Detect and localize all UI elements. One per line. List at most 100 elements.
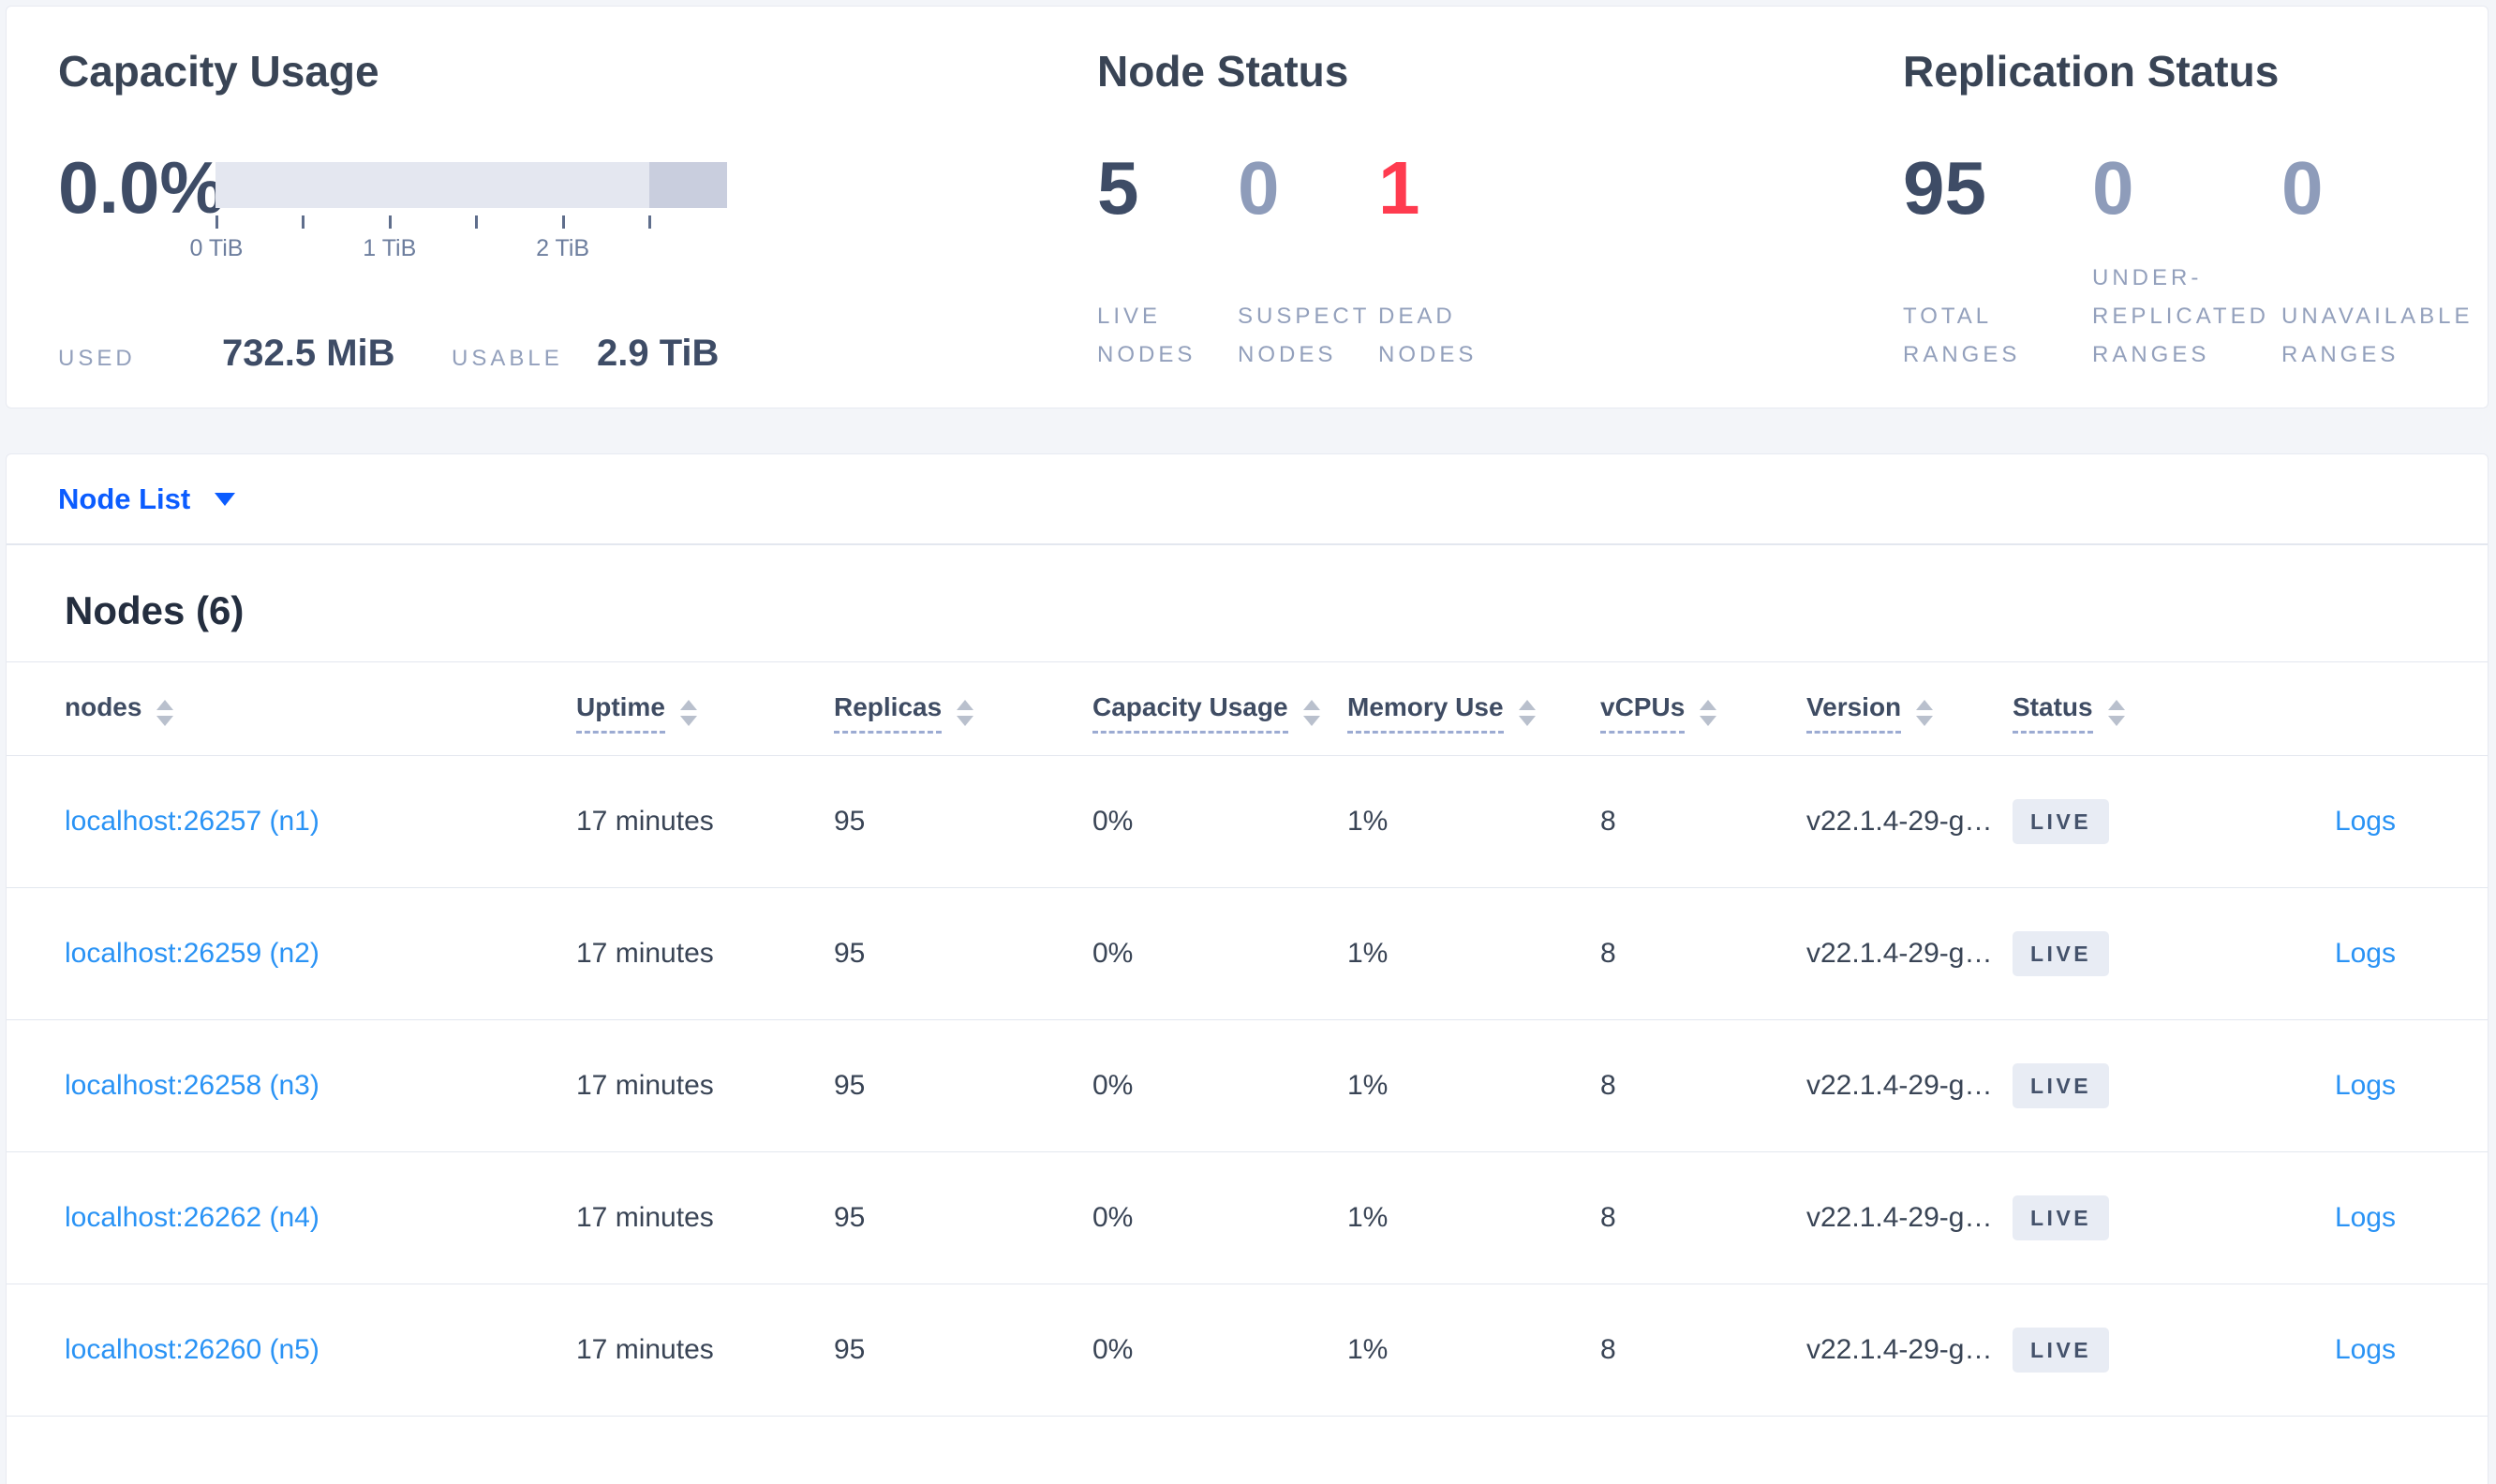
- logs-link[interactable]: Logs: [2335, 1202, 2396, 1233]
- node-list-card: Node List Nodes (6) nodes Uptime Replicas C…: [6, 453, 2489, 1484]
- stat-value: 5: [1097, 146, 1139, 230]
- stat-value: 0: [2281, 146, 2324, 230]
- live-badge: LIVE: [2013, 1195, 2110, 1240]
- stat-value: 0: [1238, 146, 1280, 230]
- capacity-usage-title: Capacity Usage: [58, 47, 379, 96]
- cell-version: v22.1.4-29-g…: [1805, 755, 2012, 888]
- cell-replicas: 95: [833, 887, 1092, 1020]
- stat-value: 1: [1378, 146, 1420, 230]
- cell-capacity-usage: 0%: [1092, 887, 1346, 1020]
- table-header-row: nodes Uptime Replicas Capacity Usage Memory …: [7, 661, 2488, 756]
- cell-node: localhost:26259 (n2): [7, 887, 575, 1020]
- column-header-uptime[interactable]: Uptime: [575, 661, 833, 756]
- cell-uptime: 17 minutes: [575, 887, 833, 1020]
- column-header-capacity-usage[interactable]: Capacity Usage: [1092, 661, 1346, 756]
- sort-icon[interactable]: [1518, 699, 1536, 726]
- nodes-table: nodes Uptime Replicas Capacity Usage Memory …: [7, 661, 2488, 1417]
- cell-version: v22.1.4-29-g…: [1805, 1019, 2012, 1152]
- used-label: USED: [58, 346, 136, 371]
- stat-label: SUSPECT NODES: [1238, 304, 1371, 367]
- capacity-tick-label: 2 TiB: [536, 235, 590, 261]
- cell-replicas: 95: [833, 1284, 1092, 1417]
- cell-capacity-usage: 0%: [1092, 755, 1346, 888]
- capacity-usage-panel: Capacity Usage 0.0% 0 TiB 1 TiB 2 TiB USED…: [7, 7, 1051, 408]
- cell-version: v22.1.4-29-g…: [1805, 887, 2012, 1020]
- usable-value: 2.9 TiB: [597, 333, 720, 374]
- table-row: localhost:26258 (n3) 17 minutes 95 0% 1% 8 v22…: [7, 1019, 2488, 1152]
- cell-vcpus: 8: [1599, 755, 1805, 888]
- stat-value: 0: [2092, 146, 2134, 230]
- capacity-axis-labels: 0 TiB 1 TiB 2 TiB: [190, 235, 727, 265]
- column-header-logs: [2250, 661, 2488, 756]
- sort-icon[interactable]: [156, 699, 174, 726]
- sort-icon[interactable]: [1302, 699, 1320, 726]
- cell-status: LIVE: [2012, 887, 2250, 1020]
- cell-replicas: 95: [833, 1019, 1092, 1152]
- cell-logs: Logs: [2250, 755, 2488, 888]
- column-header-vcpus[interactable]: vCPUs: [1599, 661, 1805, 756]
- cell-memory-use: 1%: [1346, 1151, 1599, 1284]
- cell-node: localhost:26257 (n1): [7, 755, 575, 888]
- replication-status-title: Replication Status: [1903, 47, 2280, 96]
- cell-memory-use: 1%: [1346, 1019, 1599, 1152]
- column-header-nodes[interactable]: nodes: [7, 661, 575, 756]
- usable-label: USABLE: [452, 346, 563, 371]
- node-status-stat: 5 LIVE NODES: [1097, 149, 1238, 374]
- column-header-version[interactable]: Version: [1805, 661, 2012, 756]
- cell-uptime: 17 minutes: [575, 1284, 833, 1417]
- sort-icon[interactable]: [1916, 699, 1934, 726]
- node-status-title: Node Status: [1097, 47, 1349, 96]
- table-row: localhost:26259 (n2) 17 minutes 95 0% 1% 8 v22…: [7, 887, 2488, 1020]
- capacity-tick: [475, 215, 479, 229]
- cell-vcpus: 8: [1599, 1284, 1805, 1417]
- sort-icon[interactable]: [957, 699, 974, 726]
- node-link[interactable]: localhost:26262 (n4): [65, 1202, 319, 1233]
- cell-uptime: 17 minutes: [575, 1151, 833, 1284]
- summary-card: Capacity Usage 0.0% 0 TiB 1 TiB 2 TiB USED…: [6, 6, 2489, 408]
- cell-status: LIVE: [2012, 755, 2250, 888]
- logs-link[interactable]: Logs: [2335, 806, 2396, 837]
- cell-node: localhost:26258 (n3): [7, 1019, 575, 1152]
- cell-vcpus: 8: [1599, 1151, 1805, 1284]
- chevron-down-icon: [215, 492, 236, 506]
- cell-status: LIVE: [2012, 1151, 2250, 1284]
- cell-capacity-usage: 0%: [1092, 1151, 1346, 1284]
- replication-status-stat: 0 UNAVAILABLE RANGES: [2281, 149, 2471, 374]
- logs-link[interactable]: Logs: [2335, 938, 2396, 969]
- column-header-status[interactable]: Status: [2012, 661, 2250, 756]
- cell-node: localhost:26262 (n4): [7, 1151, 575, 1284]
- cell-logs: Logs: [2250, 1151, 2488, 1284]
- sort-icon[interactable]: [2107, 699, 2125, 726]
- used-value: 732.5 MiB: [222, 333, 395, 374]
- node-status-panel: Node Status 5 LIVE NODES 0 SUSPECT NODES 1 DE…: [1051, 7, 1857, 408]
- cell-logs: Logs: [2250, 887, 2488, 1020]
- node-list-dropdown-label: Node List: [58, 482, 191, 515]
- capacity-axis-ticks: [215, 215, 727, 230]
- node-link[interactable]: localhost:26260 (n5): [65, 1334, 319, 1365]
- sort-icon[interactable]: [679, 699, 697, 726]
- stat-label: DEAD NODES: [1378, 304, 1478, 367]
- node-list-header-bar: Node List: [7, 454, 2488, 545]
- column-header-memory-use[interactable]: Memory Use: [1346, 661, 1599, 756]
- logs-link[interactable]: Logs: [2335, 1070, 2396, 1101]
- node-link[interactable]: localhost:26258 (n3): [65, 1070, 319, 1101]
- live-badge: LIVE: [2013, 931, 2110, 976]
- nodes-section-title: Nodes (6): [65, 588, 245, 632]
- cell-memory-use: 1%: [1346, 887, 1599, 1020]
- column-header-replicas[interactable]: Replicas: [833, 661, 1092, 756]
- capacity-bar-track: [215, 162, 727, 208]
- node-link[interactable]: localhost:26259 (n2): [65, 938, 319, 969]
- capacity-bar-segment: [649, 162, 727, 208]
- cell-replicas: 95: [833, 755, 1092, 888]
- cell-memory-use: 1%: [1346, 1284, 1599, 1417]
- node-link[interactable]: localhost:26257 (n1): [65, 806, 319, 837]
- cell-logs: Logs: [2250, 1284, 2488, 1417]
- stat-label: TOTAL RANGES: [1903, 304, 2021, 367]
- cell-node: localhost:26260 (n5): [7, 1284, 575, 1417]
- replication-status-stat: 0 UNDER- REPLICATED RANGES: [2092, 149, 2281, 374]
- node-list-dropdown[interactable]: Node List: [58, 482, 236, 516]
- logs-link[interactable]: Logs: [2335, 1334, 2396, 1365]
- node-status-stat: 0 SUSPECT NODES: [1238, 149, 1378, 374]
- sort-icon[interactable]: [1700, 699, 1717, 726]
- capacity-tick: [215, 215, 218, 229]
